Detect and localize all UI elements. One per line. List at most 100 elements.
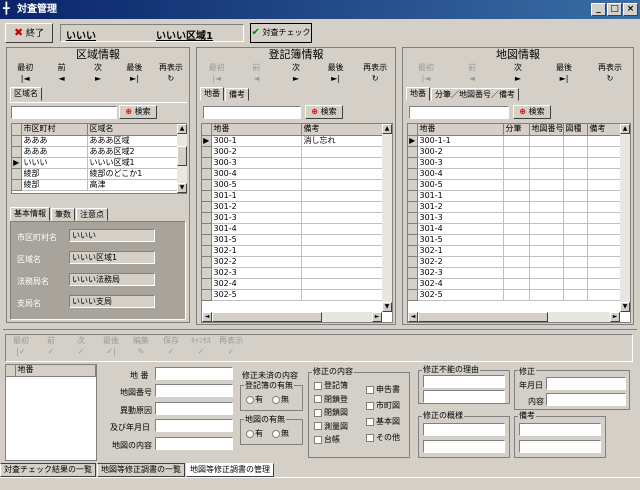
corr-save-button[interactable]: 保存 ✓ xyxy=(156,335,186,357)
correction-checkbox[interactable]: 閉鎖図 xyxy=(314,407,348,418)
table-row[interactable]: 302-3 xyxy=(408,267,630,279)
correction-content-input[interactable] xyxy=(546,393,626,406)
reg-yes-radio[interactable]: 有 xyxy=(246,394,263,405)
bottom-tab-2[interactable]: 地図等修正調書の管理 xyxy=(186,463,274,477)
table-row[interactable]: 綾部 高津 xyxy=(12,179,186,191)
area-grid-scrollbar[interactable]: ▲ ▼ xyxy=(177,124,187,193)
map-first-button[interactable]: 最初 |◄ xyxy=(403,62,449,88)
table-row[interactable]: 300-4 xyxy=(408,168,630,180)
area-last-button[interactable]: 最後 ►| xyxy=(116,62,152,88)
tab-info-1[interactable]: 筆数 xyxy=(51,208,75,221)
corr-refresh-button[interactable]: 再表示 ✓ xyxy=(216,335,246,357)
map-last-button[interactable]: 最後 ►| xyxy=(541,62,587,88)
correction-checkbox[interactable]: 閉鎖登 xyxy=(314,394,348,405)
col-note[interactable]: 備考 xyxy=(301,124,392,136)
table-row[interactable]: 301-3 xyxy=(408,212,630,224)
map-yes-radio[interactable]: 有 xyxy=(246,428,263,439)
table-row[interactable]: ▶ いいい いいい区域1 xyxy=(12,157,186,169)
minimize-button[interactable]: _ xyxy=(591,3,606,16)
correction-checkbox[interactable]: 申告書 xyxy=(366,384,400,395)
tab-register-1[interactable]: 備考 xyxy=(225,88,249,101)
reg-next-button[interactable]: 次 ► xyxy=(276,62,316,88)
area-refresh-button[interactable]: 再表示 ↻ xyxy=(153,62,189,88)
table-row[interactable]: 300-3 xyxy=(202,157,392,169)
table-row[interactable]: 300-2 xyxy=(202,146,392,158)
table-row[interactable]: 301-1 xyxy=(408,190,630,202)
corr-prev-button[interactable]: 前 ✓ xyxy=(36,335,66,357)
table-row[interactable]: 302-4 xyxy=(202,278,392,290)
reg-first-button[interactable]: 最初 |◄ xyxy=(197,62,237,88)
table-row[interactable]: あああ あああ区域 xyxy=(12,135,186,147)
col-area-name[interactable]: 区域名 xyxy=(87,124,186,136)
register-hscroll[interactable]: ◄ ► xyxy=(202,312,382,322)
reg-no-radio[interactable]: 無 xyxy=(272,394,289,405)
table-row[interactable]: 302-4 xyxy=(408,278,630,290)
corr-last-button[interactable]: 最後 ✓| xyxy=(96,335,126,357)
area-search-button[interactable]: ⊕ 検索 xyxy=(119,105,157,119)
maximize-button[interactable]: □ xyxy=(607,3,622,16)
correction-checkbox[interactable]: 登記簿 xyxy=(314,380,348,391)
table-row[interactable]: 300-3 xyxy=(408,157,630,169)
col-split[interactable]: 分筆 xyxy=(503,124,530,136)
table-row[interactable]: 301-2 xyxy=(408,201,630,213)
memo-input-2[interactable] xyxy=(519,440,601,453)
summary-input-1[interactable] xyxy=(423,423,505,436)
corr-next-button[interactable]: 次 ✓ xyxy=(66,335,96,357)
map-refresh-button[interactable]: 再表示 ↻ xyxy=(587,62,633,88)
tab-map-1[interactable]: 分筆／地図番号／備考 xyxy=(431,88,519,101)
register-search-input[interactable] xyxy=(203,106,301,119)
map-no-radio[interactable]: 無 xyxy=(272,428,289,439)
table-row[interactable]: あああ あああ区域2 xyxy=(12,146,186,158)
table-row[interactable]: ▶ 300-1 消し忘れ xyxy=(202,135,392,147)
col-correction-lot[interactable]: 地番 xyxy=(15,365,96,377)
correction-date-input[interactable] xyxy=(546,377,626,390)
cause-input[interactable] xyxy=(155,402,233,415)
register-search-button[interactable]: ⊕ 検索 xyxy=(305,105,343,119)
col-map-no[interactable]: 地図番号 xyxy=(529,124,564,136)
table-row[interactable]: 301-5 xyxy=(408,234,630,246)
reg-last-button[interactable]: 最後 ►| xyxy=(316,62,356,88)
date-input[interactable] xyxy=(155,419,233,432)
map-vscroll[interactable]: ▲ ▼ xyxy=(620,124,630,312)
corr-cancel-button[interactable]: ｷｬﾝｾﾙ ✓ xyxy=(186,335,216,357)
bottom-tab-0[interactable]: 対査チェック結果の一覧 xyxy=(0,463,96,477)
table-row[interactable]: 301-1 xyxy=(202,190,392,202)
table-row[interactable]: 302-5 xyxy=(408,289,630,301)
table-row[interactable]: 301-4 xyxy=(408,223,630,235)
table-row[interactable]: 301-3 xyxy=(202,212,392,224)
table-row[interactable]: 302-3 xyxy=(202,267,392,279)
impossible-reason-input-2[interactable] xyxy=(423,390,505,403)
map-no-input[interactable] xyxy=(155,384,233,397)
table-row[interactable]: 302-1 xyxy=(202,245,392,257)
tab-map-0[interactable]: 地番 xyxy=(406,87,430,101)
corr-first-button[interactable]: 最初 |✓ xyxy=(6,335,36,357)
summary-input-2[interactable] xyxy=(423,440,505,453)
table-row[interactable]: 301-4 xyxy=(202,223,392,235)
tab-info-2[interactable]: 注意点 xyxy=(76,208,108,221)
area-prev-button[interactable]: 前 ◄ xyxy=(43,62,79,88)
table-row[interactable]: 300-5 xyxy=(202,179,392,191)
tab-area-name[interactable]: 区域名 xyxy=(10,87,42,101)
bottom-tab-1[interactable]: 地図等修正調書の一覧 xyxy=(97,463,185,477)
col-lot[interactable]: 地番 xyxy=(211,124,302,136)
map-next-button[interactable]: 次 ► xyxy=(495,62,541,88)
map-hscroll[interactable]: ◄ ► xyxy=(408,312,620,322)
table-row[interactable]: ▶ 300-1-1 xyxy=(408,135,630,147)
reg-refresh-button[interactable]: 再表示 ↻ xyxy=(355,62,395,88)
tab-info-0[interactable]: 基本情報 xyxy=(10,207,50,221)
table-row[interactable]: 302-2 xyxy=(408,256,630,268)
exit-button[interactable]: ✖ 終了 xyxy=(5,23,53,43)
table-row[interactable]: 302-1 xyxy=(408,245,630,257)
correction-checkbox[interactable]: 市町図 xyxy=(366,400,400,411)
area-first-button[interactable]: 最初 |◄ xyxy=(7,62,43,88)
area-search-input[interactable] xyxy=(11,106,117,119)
table-row[interactable]: 300-5 xyxy=(408,179,630,191)
reg-prev-button[interactable]: 前 ◄ xyxy=(237,62,277,88)
map-content-input[interactable] xyxy=(155,437,233,450)
map-search-button[interactable]: ⊕ 検索 xyxy=(513,105,551,119)
area-next-button[interactable]: 次 ► xyxy=(80,62,116,88)
correction-checkbox[interactable]: その他 xyxy=(366,432,400,443)
map-prev-button[interactable]: 前 ◄ xyxy=(449,62,495,88)
table-row[interactable]: 300-4 xyxy=(202,168,392,180)
corr-edit-button[interactable]: 編集 ✎ xyxy=(126,335,156,357)
